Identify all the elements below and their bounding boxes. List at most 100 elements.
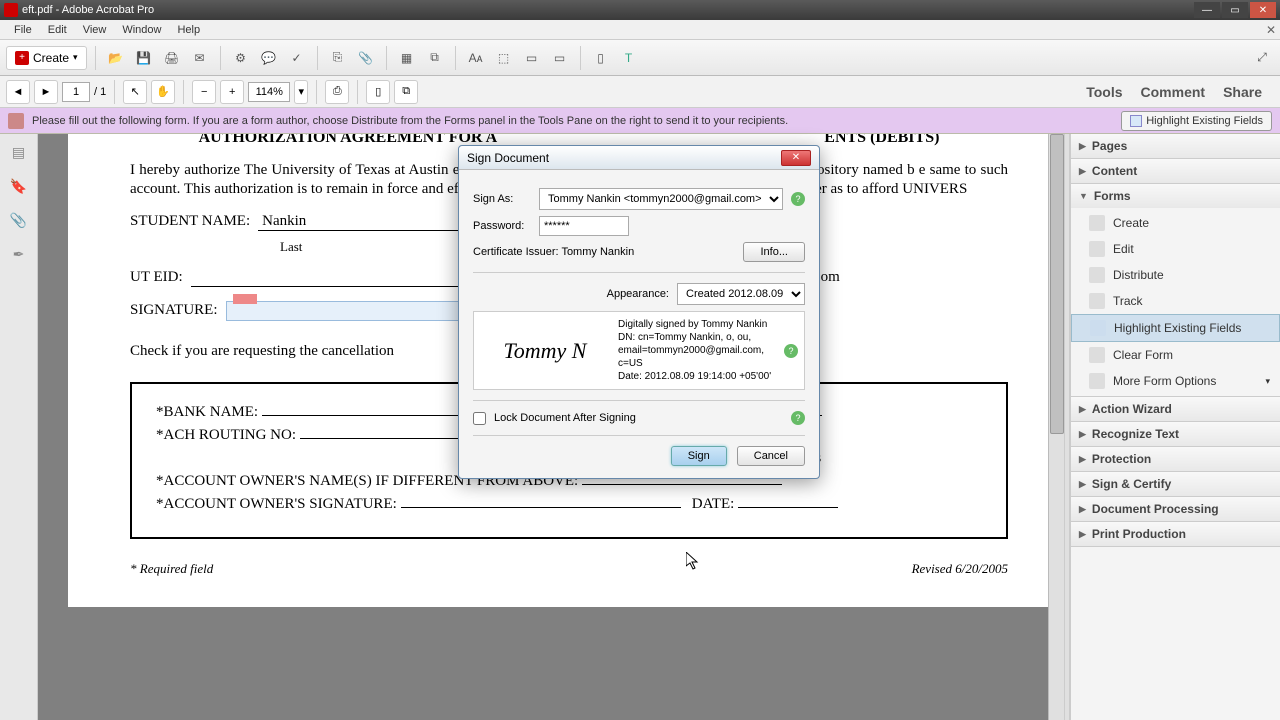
panel-forms[interactable]: ▼Forms: [1071, 184, 1280, 208]
signatures-icon[interactable]: ✒: [9, 244, 29, 264]
sign-button[interactable]: Sign: [671, 446, 727, 466]
date-field[interactable]: [738, 507, 838, 508]
routing-label: *ACH ROUTING NO:: [156, 427, 296, 443]
banner-text: Please fill out the following form. If y…: [32, 115, 788, 127]
panel-content[interactable]: ▶Content: [1071, 159, 1280, 183]
panel-pages[interactable]: ▶Pages: [1071, 134, 1280, 158]
info-button[interactable]: Info...: [743, 242, 805, 262]
fit-page-icon[interactable]: ▯: [366, 80, 390, 104]
close-button[interactable]: ✕: [1250, 2, 1276, 18]
owner-name-field[interactable]: [582, 484, 782, 485]
panel-action-wizard[interactable]: ▶Action Wizard: [1071, 397, 1280, 421]
save-icon[interactable]: 💾: [132, 46, 156, 70]
lock-label: Lock Document After Signing: [494, 412, 636, 424]
export-icon[interactable]: ⎘: [326, 46, 350, 70]
typewriter-icon[interactable]: T: [617, 46, 641, 70]
stamp-icon[interactable]: ✓: [285, 46, 309, 70]
menu-window[interactable]: Window: [114, 22, 169, 38]
attachments-icon[interactable]: 📎: [9, 210, 29, 230]
highlight-fields-button[interactable]: Highlight Existing Fields: [1121, 111, 1272, 131]
minimize-button[interactable]: —: [1194, 2, 1220, 18]
page-total: / 1: [94, 86, 106, 98]
zoom-out-button[interactable]: −: [192, 80, 216, 104]
print-icon[interactable]: 🖨: [160, 46, 184, 70]
create-label: Create: [33, 51, 69, 65]
panel-protection[interactable]: ▶Protection: [1071, 447, 1280, 471]
maximize-button[interactable]: ▭: [1222, 2, 1248, 18]
dialog-close-button[interactable]: ✕: [781, 150, 811, 166]
pointer-icon[interactable]: ↖: [123, 80, 147, 104]
page-number-input[interactable]: [62, 82, 90, 102]
compare-icon[interactable]: ⧉: [423, 46, 447, 70]
chevron-right-icon: ▶: [1079, 529, 1086, 540]
forms-highlight[interactable]: Highlight Existing Fields: [1071, 314, 1280, 342]
forms-create[interactable]: Create: [1071, 210, 1280, 236]
select-icon[interactable]: ⬚: [492, 46, 516, 70]
panel-sign-certify[interactable]: ▶Sign & Certify: [1071, 472, 1280, 496]
owner-sig-label: *ACCOUNT OWNER'S SIGNATURE:: [156, 496, 397, 512]
panel-doc-processing[interactable]: ▶Document Processing: [1071, 497, 1280, 521]
fit-width-icon[interactable]: ⧉: [394, 80, 418, 104]
cancel-button[interactable]: Cancel: [737, 446, 805, 466]
close-doc-icon[interactable]: ✕: [1266, 23, 1276, 37]
dialog-titlebar[interactable]: Sign Document ✕: [459, 146, 819, 170]
tools-panel: ▶Pages ▶Content ▼Forms Create Edit Distr…: [1070, 134, 1280, 720]
sign-as-select[interactable]: Tommy Nankin <tommyn2000@gmail.com>: [539, 188, 783, 210]
menu-help[interactable]: Help: [169, 22, 208, 38]
hand-icon[interactable]: ✋: [151, 80, 175, 104]
forms-distribute[interactable]: Distribute: [1071, 262, 1280, 288]
chevron-right-icon: ▶: [1079, 454, 1086, 465]
comment-link[interactable]: Comment: [1141, 84, 1206, 100]
open-icon[interactable]: 📂: [104, 46, 128, 70]
lock-checkbox[interactable]: [473, 412, 486, 425]
menu-file[interactable]: File: [6, 22, 40, 38]
bookmarks-icon[interactable]: 🔖: [9, 176, 29, 196]
form-banner: Please fill out the following form. If y…: [0, 108, 1280, 134]
email-icon[interactable]: ✉: [188, 46, 212, 70]
snapshot-icon[interactable]: ▭: [520, 46, 544, 70]
uteid-field[interactable]: [191, 269, 491, 287]
chevron-down-icon: ▼: [1079, 191, 1088, 201]
signature-image: Tommy N: [480, 318, 610, 383]
signature-tag-icon: [233, 294, 257, 304]
zoom-in-button[interactable]: +: [220, 80, 244, 104]
dropdown-icon: ▾: [1265, 376, 1270, 387]
tools-link[interactable]: Tools: [1086, 84, 1122, 100]
gear-icon[interactable]: ⚙: [229, 46, 253, 70]
help-icon[interactable]: ?: [791, 192, 805, 206]
help-icon[interactable]: ?: [791, 411, 805, 425]
menu-view[interactable]: View: [75, 22, 115, 38]
page-display-icon[interactable]: ▯: [589, 46, 613, 70]
zoom-input[interactable]: [248, 82, 290, 102]
appearance-select[interactable]: Created 2012.08.09: [677, 283, 805, 305]
panel-print-production[interactable]: ▶Print Production: [1071, 522, 1280, 546]
owner-sig-field[interactable]: [401, 507, 681, 508]
dropdown-icon: ▾: [73, 52, 78, 63]
prev-page-button[interactable]: ◄: [6, 80, 30, 104]
signature-field[interactable]: [226, 301, 486, 321]
text-tool-icon[interactable]: Aᴀ: [464, 46, 488, 70]
scan-icon[interactable]: ⎙: [325, 80, 349, 104]
menu-edit[interactable]: Edit: [40, 22, 75, 38]
multimedia-icon[interactable]: ▦: [395, 46, 419, 70]
next-page-button[interactable]: ►: [34, 80, 58, 104]
forms-clear[interactable]: Clear Form: [1071, 342, 1280, 368]
rectangle-icon[interactable]: ▭: [548, 46, 572, 70]
forms-edit[interactable]: Edit: [1071, 236, 1280, 262]
forms-track[interactable]: Track: [1071, 288, 1280, 314]
create-button[interactable]: + Create ▾: [6, 46, 87, 70]
comment-icon[interactable]: 💬: [257, 46, 281, 70]
chevron-right-icon: ▶: [1079, 404, 1086, 415]
zoom-dropdown[interactable]: ▾: [294, 80, 308, 104]
vertical-scrollbar[interactable]: [1048, 134, 1064, 720]
forms-more[interactable]: More Form Options▾: [1071, 368, 1280, 394]
panel-recognize-text[interactable]: ▶Recognize Text: [1071, 422, 1280, 446]
highlight-icon: [1130, 115, 1142, 127]
fullscreen-icon[interactable]: ⤢: [1250, 46, 1274, 70]
share-link[interactable]: Share: [1223, 84, 1262, 100]
attach-icon[interactable]: 📎: [354, 46, 378, 70]
thumbnails-icon[interactable]: ▤: [9, 142, 29, 162]
password-input[interactable]: [539, 216, 629, 236]
help-icon[interactable]: ?: [784, 344, 798, 358]
scrollbar-thumb[interactable]: [1050, 134, 1064, 434]
